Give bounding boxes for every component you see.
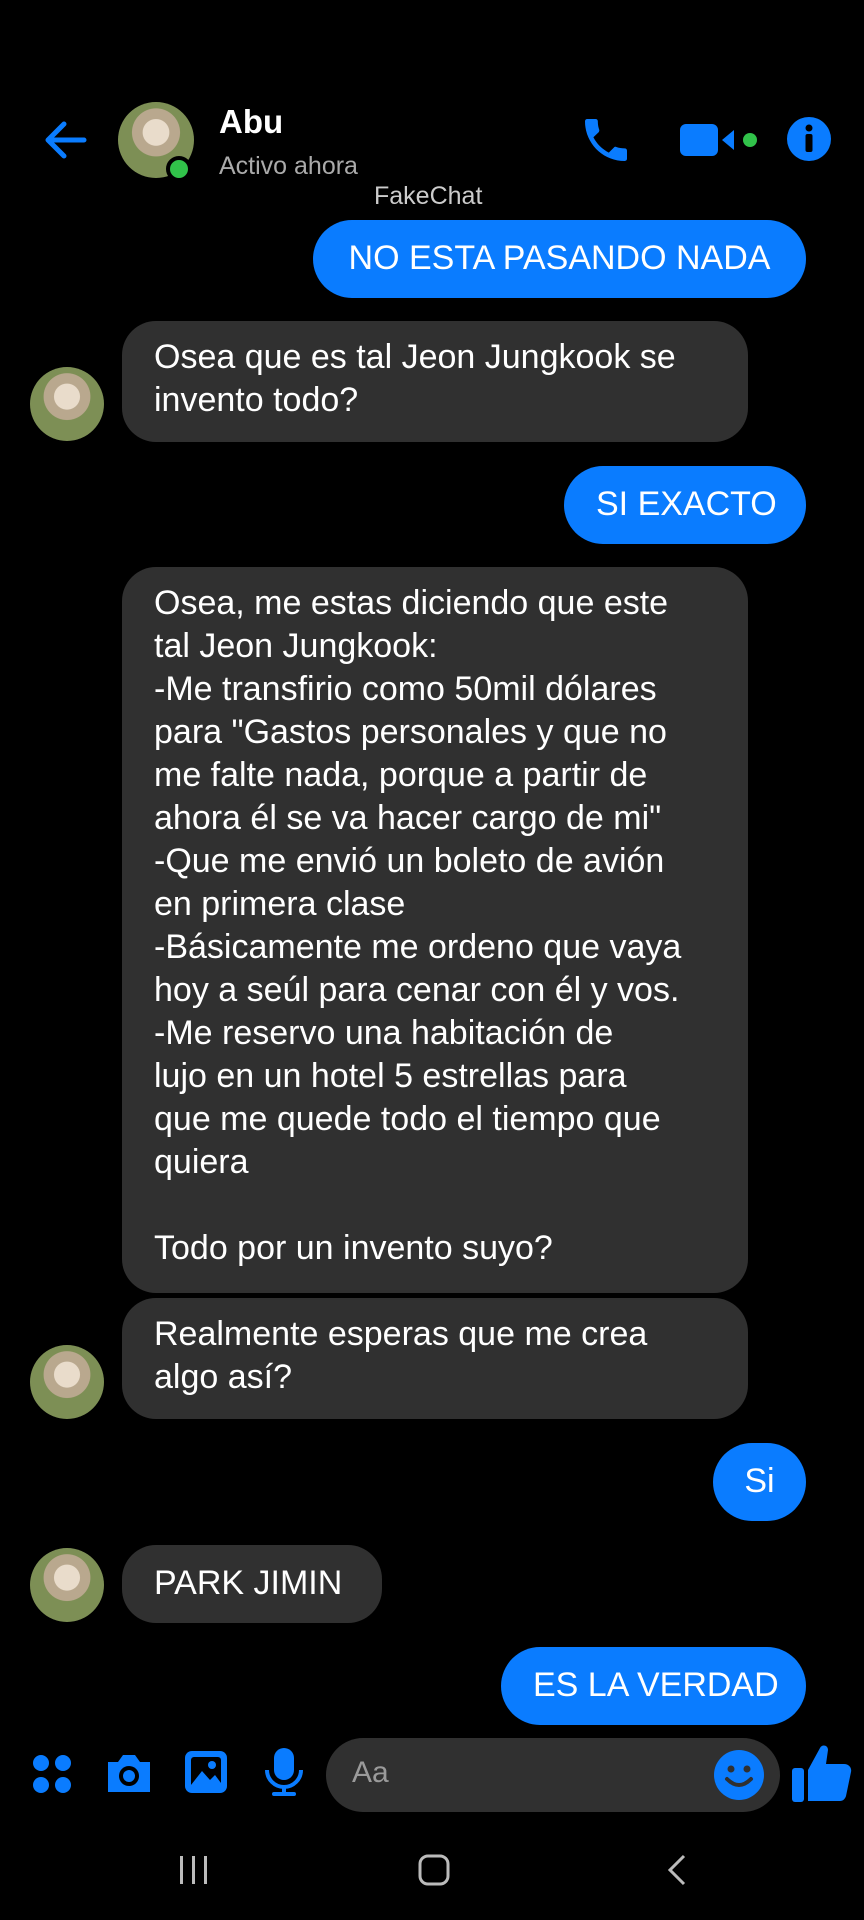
like-button[interactable]: [790, 1740, 854, 1806]
thumbs-up-icon: [792, 1745, 852, 1802]
contact-name[interactable]: Abu: [219, 103, 283, 141]
back-arrow-icon: [45, 121, 87, 159]
message-bubble-incoming[interactable]: PARK JIMIN: [122, 1545, 382, 1623]
contact-avatar-small: [30, 1345, 104, 1419]
home-icon: [418, 1854, 450, 1886]
message-bubble-incoming[interactable]: Realmente esperas que me crea algo así?: [122, 1298, 748, 1419]
voice-call-button[interactable]: [578, 112, 634, 168]
microphone-icon: [265, 1748, 303, 1796]
camera-button[interactable]: [104, 1748, 154, 1801]
back-icon: [667, 1854, 686, 1886]
emoji-icon: [714, 1750, 764, 1800]
phone-icon: [585, 119, 627, 161]
recent-apps-icon: [180, 1856, 207, 1884]
message-bubble-outgoing[interactable]: Si: [713, 1443, 806, 1521]
message-input-placeholder: Aa: [352, 1756, 389, 1789]
video-call-button[interactable]: [678, 118, 758, 162]
apps-button[interactable]: [30, 1752, 74, 1801]
info-button[interactable]: [786, 116, 832, 162]
message-bubble-outgoing[interactable]: NO ESTA PASANDO NADA: [313, 220, 806, 298]
contact-avatar-small: [30, 367, 104, 441]
gallery-icon: [185, 1751, 227, 1793]
back-button[interactable]: [38, 112, 94, 168]
recent-apps-button[interactable]: [176, 1852, 212, 1893]
message-bubble-incoming[interactable]: Osea que es tal Jeon Jungkook se invento…: [122, 321, 748, 442]
microphone-button[interactable]: [262, 1746, 306, 1803]
video-camera-icon: [680, 124, 757, 156]
contact-status: Activo ahora: [219, 152, 358, 180]
info-icon: [787, 117, 831, 161]
gallery-button[interactable]: [182, 1748, 230, 1801]
emoji-button[interactable]: [712, 1748, 766, 1802]
message-bubble-incoming[interactable]: Osea, me estas diciendo que este tal Jeo…: [122, 567, 748, 1293]
home-button[interactable]: [416, 1852, 452, 1893]
watermark-label: FakeChat: [374, 182, 483, 210]
camera-icon: [108, 1755, 150, 1792]
contact-avatar-small: [30, 1548, 104, 1622]
message-bubble-outgoing[interactable]: ES LA VERDAD: [501, 1647, 806, 1725]
message-bubble-outgoing[interactable]: SI EXACTO: [564, 466, 806, 544]
apps-icon: [33, 1755, 71, 1793]
system-back-button[interactable]: [660, 1852, 696, 1893]
online-indicator: [166, 156, 192, 182]
